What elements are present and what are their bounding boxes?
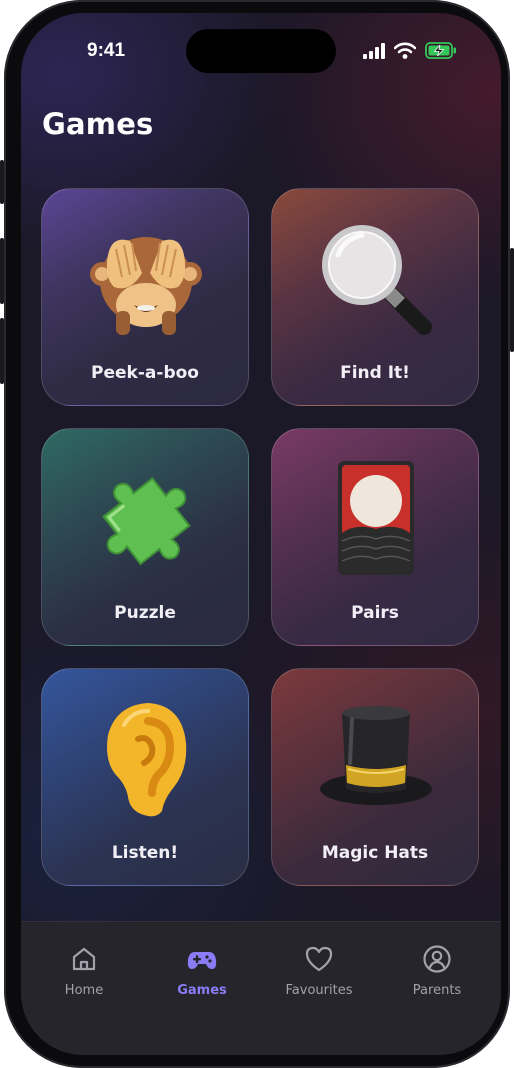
tab-favourites[interactable]: Favourites [259, 922, 379, 1022]
tab-label: Parents [412, 983, 462, 998]
tab-bar: Home Games Favourites Parents [21, 921, 501, 1055]
tab-label: Favourites [285, 983, 353, 998]
battery-charging-icon [425, 42, 456, 59]
status-bar: 9:41 [21, 13, 501, 83]
top-hat-icon [320, 706, 432, 805]
home-icon [72, 947, 96, 971]
power-button [510, 248, 514, 352]
magnifying-glass-icon [322, 225, 432, 335]
game-label: Pairs [351, 603, 399, 623]
tab-parents[interactable]: Parents [377, 922, 497, 1022]
game-label: Puzzle [114, 603, 176, 623]
tab-label: Home [64, 983, 104, 998]
tab-label: Games [177, 983, 227, 998]
game-label: Listen! [111, 843, 179, 863]
game-card-puzzle[interactable]: Puzzle [41, 428, 249, 646]
volume-up-button [0, 238, 4, 304]
volume-down-button [0, 318, 4, 384]
signal-icon [363, 43, 385, 59]
ear-icon [107, 703, 187, 817]
user-circle-icon [423, 945, 451, 973]
game-card-peek-a-boo[interactable]: Peek-a-boo [41, 188, 249, 406]
action-button [0, 160, 4, 204]
app-screen: 9:41 Games Peek-a-boo Find It! Puzzle Pa… [21, 13, 501, 1055]
heart-icon [305, 946, 333, 972]
phone-frame: 9:41 Games Peek-a-boo Find It! Puzzle Pa… [0, 0, 514, 1068]
game-label: Find It! [340, 363, 410, 383]
game-label: Magic Hats [321, 843, 429, 863]
puzzle-piece-icon [102, 477, 191, 566]
see-no-evil-monkey-icon [90, 237, 202, 335]
flower-playing-card-icon [338, 461, 414, 575]
tab-games[interactable]: Games [142, 922, 262, 1022]
status-time: 9:41 [87, 40, 126, 61]
game-card-magic-hats[interactable]: Magic Hats [271, 668, 479, 886]
game-label: Peek-a-boo [91, 363, 199, 383]
game-card-find-it[interactable]: Find It! [271, 188, 479, 406]
game-card-listen[interactable]: Listen! [41, 668, 249, 886]
tab-home[interactable]: Home [24, 922, 144, 1022]
gamepad-icon [187, 952, 217, 969]
page-title: Games [42, 107, 154, 141]
dynamic-island [186, 29, 336, 73]
wifi-icon [394, 42, 416, 59]
game-card-pairs[interactable]: Pairs [271, 428, 479, 646]
